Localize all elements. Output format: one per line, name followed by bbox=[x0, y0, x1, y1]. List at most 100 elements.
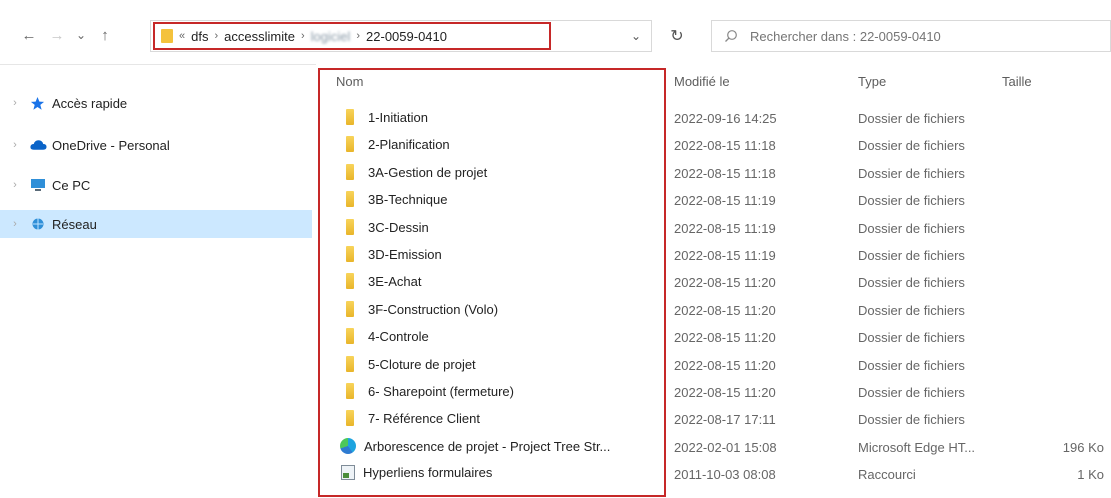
file-row[interactable]: 3D-Emission 2022-08-15 11:19 Dossier de fi… bbox=[316, 243, 1111, 268]
file-type: Dossier de fichiers bbox=[858, 193, 965, 208]
file-name-cell: 3F-Construction (Volo) bbox=[336, 301, 498, 317]
file-type: Dossier de fichiers bbox=[858, 138, 965, 153]
folder-icon bbox=[346, 328, 354, 344]
file-name: 5-Cloture de projet bbox=[368, 356, 476, 372]
file-name-cell: Arborescence de projet - Project Tree St… bbox=[336, 438, 610, 454]
file-row[interactable]: Hyperliens formulaires 2011-10-03 08:08 Ra… bbox=[316, 462, 1111, 487]
shortcut-icon bbox=[341, 465, 355, 480]
file-row[interactable]: 2-Planification 2022-08-15 11:18 Dossier d… bbox=[316, 133, 1111, 158]
file-row[interactable]: 3F-Construction (Volo) 2022-08-15 11:20 Do… bbox=[316, 298, 1111, 323]
forward-button[interactable]: → bbox=[46, 24, 68, 46]
sidebar-item-this-pc[interactable]: › Ce PC bbox=[0, 171, 312, 199]
file-type: Raccourci bbox=[858, 467, 916, 482]
file-row[interactable]: 1-Initiation 2022-09-16 14:25 Dossier de f… bbox=[316, 106, 1111, 131]
back-button[interactable]: ← bbox=[18, 24, 40, 46]
file-row[interactable]: 5-Cloture de projet 2022-08-15 11:20 Dossi… bbox=[316, 353, 1111, 378]
file-type: Dossier de fichiers bbox=[858, 111, 965, 126]
file-name-cell: Hyperliens formulaires bbox=[336, 465, 492, 480]
breadcrumb-item-accesslimite[interactable]: accesslimite bbox=[224, 29, 295, 44]
file-type: Dossier de fichiers bbox=[858, 303, 965, 318]
file-size: 196 Ko bbox=[1062, 440, 1104, 455]
file-name-cell: 5-Cloture de projet bbox=[336, 356, 476, 372]
file-modified: 2022-08-15 11:20 bbox=[674, 358, 776, 373]
file-name: Hyperliens formulaires bbox=[363, 465, 493, 480]
breadcrumb-item-redacted[interactable]: logiciel bbox=[311, 29, 351, 44]
file-name-cell: 3E-Achat bbox=[336, 273, 421, 289]
navigation-pane: › Accès rapide › OneDrive - Personal › C… bbox=[0, 64, 316, 498]
file-modified: 2022-08-15 11:20 bbox=[674, 385, 776, 400]
file-name: 3C-Dessin bbox=[368, 219, 429, 235]
search-box[interactable] bbox=[711, 20, 1111, 52]
column-header-type[interactable]: Type bbox=[858, 74, 886, 89]
folder-icon bbox=[346, 356, 354, 372]
breadcrumb-overflow[interactable]: « bbox=[179, 30, 185, 42]
file-modified: 2022-08-17 17:11 bbox=[674, 412, 776, 427]
file-name: 1-Initiation bbox=[368, 109, 428, 125]
file-modified: 2022-08-15 11:18 bbox=[674, 138, 776, 153]
file-name: Arborescence de projet - Project Tree St… bbox=[364, 438, 611, 454]
up-button[interactable]: ↑ bbox=[94, 24, 116, 46]
folder-icon bbox=[346, 164, 354, 180]
folder-icon bbox=[346, 410, 354, 426]
breadcrumb-separator[interactable]: › bbox=[356, 30, 360, 42]
file-list: Nom Modifié le Type Taille 1-Initiation 2… bbox=[316, 64, 1111, 497]
file-row[interactable]: Arborescence de projet - Project Tree St… bbox=[316, 435, 1111, 460]
file-type: Dossier de fichiers bbox=[858, 248, 965, 263]
file-row[interactable]: 7- Référence Client 2022-08-17 17:11 Dossi… bbox=[316, 407, 1111, 432]
sidebar-item-quick-access[interactable]: › Accès rapide bbox=[0, 89, 312, 117]
file-name: 3F-Construction (Volo) bbox=[368, 301, 499, 317]
refresh-button[interactable]: ↻ bbox=[664, 22, 690, 50]
file-name-cell: 3D-Emission bbox=[336, 246, 442, 262]
folder-icon bbox=[346, 301, 354, 317]
file-row[interactable]: 3E-Achat 2022-08-15 11:20 Dossier de fichi… bbox=[316, 270, 1111, 295]
file-name-cell: 7- Référence Client bbox=[336, 410, 480, 426]
file-row[interactable]: 4-Controle 2022-08-15 11:20 Dossier de fic… bbox=[316, 325, 1111, 350]
recent-locations-button[interactable]: ⌄ bbox=[70, 24, 92, 46]
folder-icon bbox=[346, 109, 354, 125]
address-dropdown-icon[interactable]: ⌄ bbox=[631, 29, 641, 43]
address-bar[interactable]: « dfs › accesslimite › logiciel › 22-005… bbox=[150, 20, 652, 52]
file-type: Dossier de fichiers bbox=[858, 275, 965, 290]
search-input[interactable] bbox=[748, 27, 1092, 45]
breadcrumb-separator[interactable]: › bbox=[214, 30, 218, 42]
file-name-cell: 1-Initiation bbox=[336, 109, 428, 125]
file-name-cell: 4-Controle bbox=[336, 328, 429, 344]
chevron-right-icon[interactable]: › bbox=[0, 179, 30, 191]
network-icon bbox=[30, 217, 52, 231]
column-header-modified[interactable]: Modifié le bbox=[674, 74, 730, 89]
file-modified: 2022-08-15 11:20 bbox=[674, 330, 776, 345]
file-row[interactable]: 6- Sharepoint (fermeture) 2022-08-15 11:2… bbox=[316, 380, 1111, 405]
sidebar-item-label: OneDrive - Personal bbox=[52, 137, 170, 153]
file-name: 3D-Emission bbox=[368, 246, 442, 262]
breadcrumb-separator[interactable]: › bbox=[301, 30, 305, 42]
sidebar-item-label: Accès rapide bbox=[52, 95, 128, 111]
chevron-right-icon[interactable]: › bbox=[0, 139, 30, 151]
file-type: Dossier de fichiers bbox=[858, 385, 965, 400]
edge-icon bbox=[340, 438, 356, 454]
file-type: Dossier de fichiers bbox=[858, 330, 965, 345]
sidebar-item-label: Réseau bbox=[52, 216, 97, 232]
file-modified: 2011-10-03 08:08 bbox=[674, 467, 776, 482]
file-name: 3A-Gestion de projet bbox=[368, 164, 488, 180]
breadcrumb-item-dfs[interactable]: dfs bbox=[191, 29, 208, 44]
file-row[interactable]: 3B-Technique 2022-08-15 11:19 Dossier de f… bbox=[316, 188, 1111, 213]
file-size: 1 Ko bbox=[1077, 467, 1104, 482]
folder-icon bbox=[346, 246, 354, 262]
sidebar-item-network[interactable]: › Réseau bbox=[0, 210, 312, 238]
file-type: Dossier de fichiers bbox=[858, 358, 965, 373]
sidebar-item-onedrive[interactable]: › OneDrive - Personal bbox=[0, 131, 312, 159]
column-header-name[interactable]: Nom bbox=[336, 74, 363, 89]
file-type: Microsoft Edge HT... bbox=[858, 440, 976, 455]
file-modified: 2022-08-15 11:20 bbox=[674, 303, 776, 318]
chevron-right-icon[interactable]: › bbox=[0, 97, 30, 109]
file-modified: 2022-02-01 15:08 bbox=[674, 440, 777, 455]
file-modified: 2022-08-15 11:19 bbox=[674, 248, 776, 263]
column-header-size[interactable]: Taille bbox=[1002, 74, 1032, 89]
file-modified: 2022-09-16 14:25 bbox=[674, 111, 777, 126]
file-row[interactable]: 3C-Dessin 2022-08-15 11:19 Dossier de fich… bbox=[316, 216, 1111, 241]
file-name-cell: 3C-Dessin bbox=[336, 219, 429, 235]
breadcrumb-item-current[interactable]: 22-0059-0410 bbox=[366, 29, 447, 44]
file-modified: 2022-08-15 11:20 bbox=[674, 275, 776, 290]
file-row[interactable]: 3A-Gestion de projet 2022-08-15 11:18 Doss… bbox=[316, 161, 1111, 186]
chevron-right-icon[interactable]: › bbox=[0, 218, 30, 230]
